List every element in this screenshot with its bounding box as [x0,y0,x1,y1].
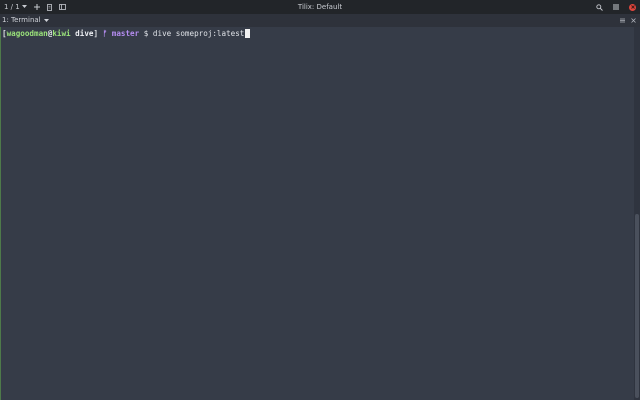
text-cursor [245,29,251,38]
git-branch-name: master [107,29,140,38]
terminal-menu-icon[interactable] [620,18,625,23]
prompt-close-bracket: ] [93,29,103,38]
tab-header-controls [620,14,636,27]
prompt-symbol: $ [139,29,153,38]
window-titlebar: 1 / 1 Tilix: Default [0,0,640,14]
close-icon [630,5,635,9]
menu-icon[interactable] [613,4,619,10]
prompt-host: kiwi [52,29,71,38]
terminal-view[interactable]: [wagoodman @ kiwi dive] ᚠ master $ dive so… [0,27,634,400]
prompt-line: [wagoodman @ kiwi dive] ᚠ master $ dive so… [2,28,251,39]
terminal-focus-indicator [0,27,1,400]
scrollbar-thumb[interactable] [635,214,639,398]
prompt-directory: dive [70,29,94,38]
titlebar-right-controls [596,0,636,14]
typed-command: dive someproj:latest [152,29,245,38]
window-title: Tilix: Default [297,3,343,11]
close-terminal-icon[interactable] [631,18,636,23]
terminal-title-menu[interactable]: 1: Terminal [2,14,49,27]
terminal-title-label: 1: Terminal [2,16,41,24]
chevron-down-icon [43,18,49,23]
prompt-user: wagoodman [6,29,48,38]
terminal-scrollbar[interactable] [634,27,640,400]
search-icon[interactable] [596,3,603,11]
terminal-tab-header: 1: Terminal [0,14,640,27]
close-window-button[interactable] [629,3,636,11]
